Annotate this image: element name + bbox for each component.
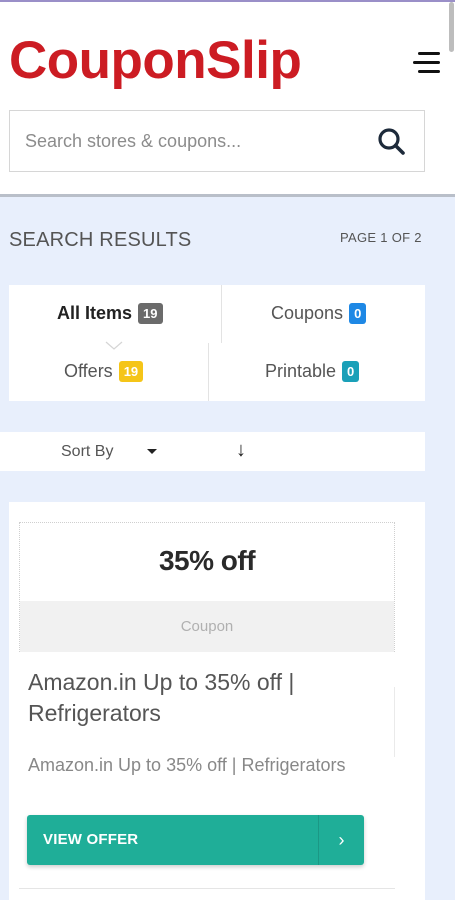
view-offer-button[interactable]: VIEW OFFER › — [27, 815, 364, 865]
tab-offers[interactable]: Offers 19 — [64, 361, 144, 382]
menu-icon[interactable] — [410, 50, 440, 78]
sort-bar: Sort By ↓ — [0, 432, 425, 471]
search-input[interactable] — [25, 125, 365, 157]
tab-divider — [221, 285, 222, 343]
tab-all-items[interactable]: All Items 19 — [57, 303, 163, 324]
tab-coupons[interactable]: Coupons 0 — [271, 303, 367, 324]
count-badge: 0 — [349, 303, 367, 324]
offer-title[interactable]: Amazon.in Up to 35% off | Refrigerators — [28, 667, 388, 729]
card-divider — [19, 888, 395, 889]
count-badge: 19 — [118, 361, 144, 382]
view-offer-label: VIEW OFFER — [43, 831, 139, 848]
results-title: SEARCH RESULTS — [9, 229, 192, 251]
search-box — [9, 110, 425, 172]
tab-label: Coupons — [271, 303, 344, 323]
scrollbar-thumb[interactable] — [449, 2, 454, 52]
tab-printable[interactable]: Printable 0 — [265, 361, 360, 382]
offer-value-box: 35% off Coupon — [19, 522, 395, 652]
page-info: PAGE 1 OF 2 — [340, 230, 422, 245]
tab-label: All Items — [57, 303, 133, 323]
count-badge: 0 — [342, 361, 360, 382]
active-tab-caret-icon — [105, 341, 123, 350]
offer-type: Coupon — [20, 601, 394, 652]
tab-label: Printable — [265, 361, 337, 381]
search-icon[interactable] — [374, 125, 410, 159]
header: CouponSlip — [0, 2, 455, 197]
count-badge: 19 — [138, 303, 163, 324]
offer-value: 35% off — [158, 545, 256, 576]
tab-divider — [208, 343, 209, 401]
dropdown-arrow-icon[interactable] — [147, 449, 157, 454]
offer-card: 35% off Coupon Amazon.in Up to 35% off |… — [9, 502, 425, 900]
filter-tabs: All Items 19 Coupons 0 Offers 19 Printab… — [9, 285, 425, 401]
sort-direction-icon[interactable]: ↓ — [236, 439, 246, 462]
tab-label: Offers — [64, 361, 113, 381]
sort-by-select[interactable]: Sort By — [61, 443, 113, 461]
logo[interactable]: CouponSlip — [9, 34, 302, 87]
chevron-right-icon: › — [338, 830, 345, 850]
card-divider — [394, 687, 395, 757]
offer-description: Amazon.in Up to 35% off | Refrigerators — [28, 755, 346, 775]
